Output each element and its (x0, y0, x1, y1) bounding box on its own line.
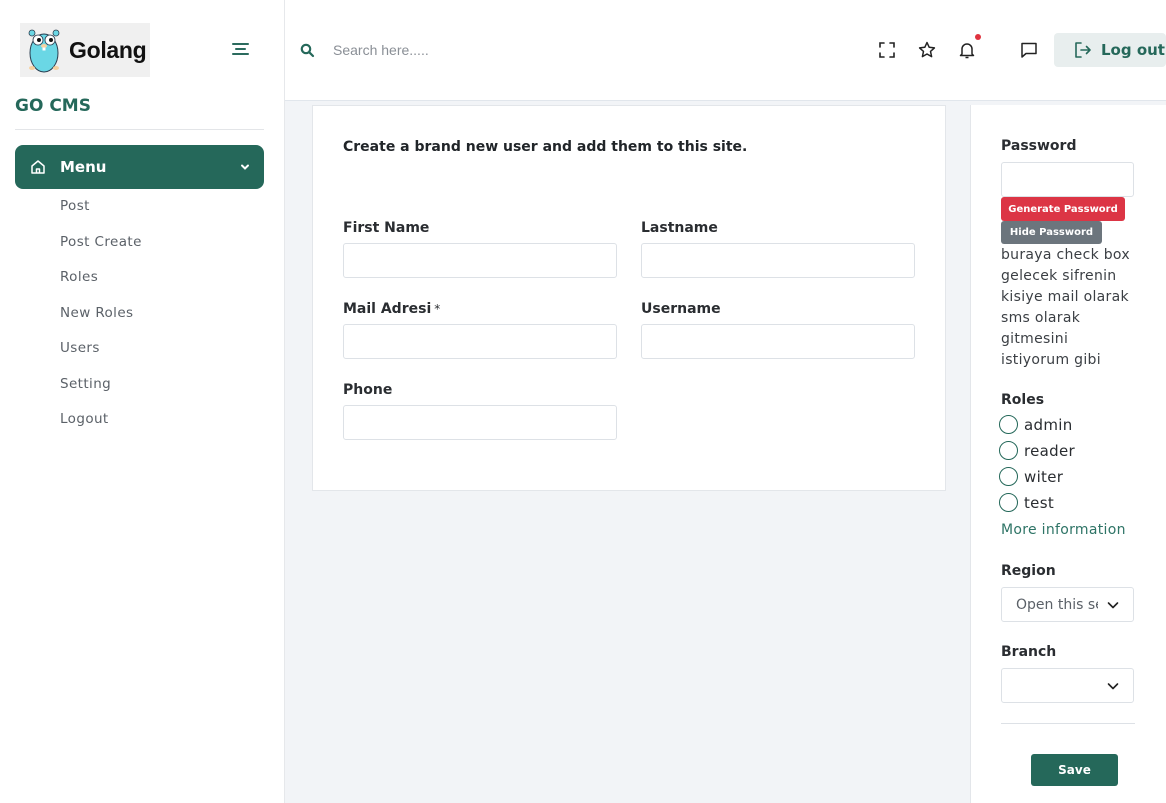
star-icon[interactable] (918, 41, 936, 59)
radio-button[interactable] (999, 415, 1018, 434)
logout-label: Log out (1101, 41, 1165, 59)
role-option-test[interactable]: test (999, 493, 1054, 512)
region-select-value: Open this select menu (1016, 596, 1098, 613)
logout-icon (1075, 42, 1091, 58)
sidebar-item-roles[interactable]: Roles (60, 268, 142, 304)
phone-label: Phone (343, 382, 393, 398)
roles-label: Roles (1001, 392, 1045, 408)
role-label: witer (1024, 467, 1064, 486)
lastname-label: Lastname (641, 220, 718, 236)
save-button[interactable]: Save (1031, 754, 1118, 786)
role-label: admin (1024, 415, 1073, 434)
more-information-link[interactable]: More information (1001, 522, 1126, 538)
mail-label: Mail Adresi * (343, 301, 441, 317)
search-input[interactable] (333, 38, 633, 62)
branch-label: Branch (1001, 644, 1057, 660)
radio-button[interactable] (999, 493, 1018, 512)
required-mark: * (434, 302, 441, 316)
cms-title: GO CMS (15, 96, 91, 116)
hamburger-menu-icon[interactable] (232, 43, 249, 57)
mail-input[interactable] (343, 324, 617, 359)
form-heading: Create a brand new user and add them to … (343, 139, 748, 155)
search-icon[interactable] (300, 43, 315, 58)
region-select[interactable]: Open this select menu (1001, 587, 1134, 622)
right-panel: Password Generate Password Hide Password… (970, 105, 1166, 803)
home-icon (31, 160, 45, 174)
password-label: Password (1001, 138, 1077, 154)
generate-password-button[interactable]: Generate Password (1001, 197, 1125, 221)
lastname-input[interactable] (641, 243, 915, 278)
radio-button[interactable] (999, 467, 1018, 486)
username-input[interactable] (641, 324, 915, 359)
password-note: buraya check box gelecek sifrenin kisiye… (1001, 247, 1130, 368)
role-option-reader[interactable]: reader (999, 441, 1075, 460)
topbar: Log out (285, 0, 1166, 101)
password-input[interactable] (1001, 162, 1134, 197)
branch-select[interactable] (1001, 668, 1134, 703)
hide-password-button[interactable]: Hide Password (1001, 221, 1102, 244)
divider (15, 129, 264, 130)
first-name-label: First Name (343, 220, 430, 236)
chevron-down-icon (1107, 602, 1119, 609)
sidebar-item-post-create[interactable]: Post Create (60, 233, 142, 269)
role-label: test (1024, 493, 1055, 512)
user-create-form: Create a brand new user and add them to … (312, 105, 946, 491)
chevron-down-icon (1107, 683, 1119, 690)
sidebar-item-new-roles[interactable]: New Roles (60, 304, 142, 340)
bell-icon[interactable] (958, 41, 976, 59)
sidebar-item-setting[interactable]: Setting (60, 375, 142, 411)
sidebar-item-post[interactable]: Post (60, 197, 142, 233)
sidebar-item-logout[interactable]: Logout (60, 410, 142, 446)
radio-button[interactable] (999, 441, 1018, 460)
role-option-admin[interactable]: admin (999, 415, 1073, 434)
sidebar: Golang GO CMS Menu Post Post Create Role… (0, 0, 285, 803)
phone-input[interactable] (343, 405, 617, 440)
fullscreen-icon[interactable] (878, 41, 896, 59)
sidebar-submenu: Post Post Create Roles New Roles Users S… (60, 197, 142, 446)
logout-button[interactable]: Log out (1054, 33, 1166, 67)
message-icon[interactable] (1020, 41, 1038, 59)
sidebar-menu-toggle[interactable]: Menu (15, 145, 264, 189)
region-label: Region (1001, 563, 1056, 579)
chevron-down-icon (241, 164, 249, 170)
sidebar-item-users[interactable]: Users (60, 339, 142, 375)
username-label: Username (641, 301, 721, 317)
divider (1001, 723, 1135, 724)
role-label: reader (1024, 441, 1075, 460)
role-option-witer[interactable]: witer (999, 467, 1063, 486)
notification-dot (975, 34, 981, 40)
first-name-input[interactable] (343, 243, 617, 278)
menu-label: Menu (60, 158, 107, 176)
logo-text: Golang (69, 36, 147, 63)
gopher-logo-icon (28, 29, 60, 73)
logo[interactable]: Golang (20, 23, 150, 77)
